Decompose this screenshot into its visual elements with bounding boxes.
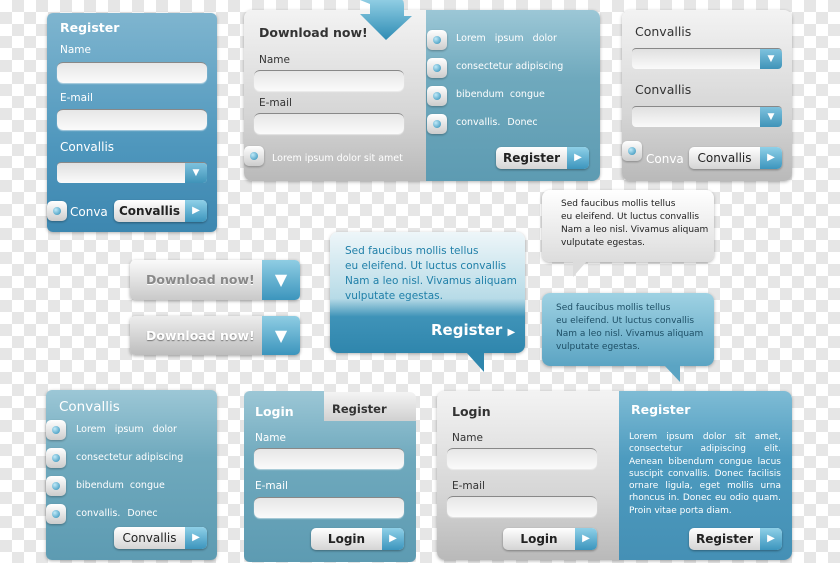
arrow-right-icon: ▶ — [575, 528, 597, 550]
list-bullet[interactable] — [46, 476, 66, 496]
list-bullet[interactable] — [427, 30, 447, 50]
bubble-text: Sed faucibus mollis tellus eu eleifend. U… — [345, 245, 517, 302]
chevron-down-icon: ▼ — [760, 107, 782, 127]
list-bullet[interactable] — [46, 504, 66, 524]
radio-label: Conva — [646, 152, 684, 166]
convallis-button[interactable]: Convallis ▶ — [114, 200, 207, 222]
email-input[interactable] — [254, 113, 404, 134]
email-label: E-mail — [452, 480, 485, 492]
email-label: E-mail — [60, 92, 93, 104]
select-panel: Convallis ▼ Convallis ▼ Conva Convallis ▶ — [622, 10, 792, 181]
login-button[interactable]: Login ▶ — [503, 528, 597, 550]
name-label: Name — [259, 54, 290, 66]
login-title: Login — [452, 404, 491, 419]
chevron-down-icon: ▼ — [760, 49, 782, 69]
list-bullet[interactable] — [46, 448, 66, 468]
convallis-select[interactable]: ▼ — [632, 48, 782, 69]
arrow-right-icon: ▶ — [185, 527, 207, 549]
register-panel: Register Name E-mail Convallis ▼ Conva C… — [47, 13, 217, 232]
download-title: Download now! — [259, 25, 368, 40]
bubble-tail — [664, 365, 680, 382]
speech-bubble-register: Sed faucibus mollis tellus eu eleifend. U… — [330, 232, 525, 353]
register-button[interactable]: Register ▶ — [496, 147, 589, 169]
download-arrow-icon — [360, 0, 412, 40]
arrow-right-icon: ▶ — [760, 528, 782, 550]
radio-button[interactable] — [622, 141, 642, 161]
radio-label: Conva — [70, 205, 108, 219]
list-bullet[interactable] — [427, 114, 447, 134]
select-label: Convallis — [60, 140, 115, 154]
bubble-text: Sed faucibus mollis tellus eu eleifend. U… — [561, 199, 709, 248]
download-panel: Download now! Name E-mail Lorem ipsum do… — [244, 10, 600, 181]
name-label: Name — [255, 432, 286, 444]
speech-bubble-blue: Sed faucibus mollis tellus eu eleifend. U… — [542, 293, 714, 366]
register-link[interactable]: Register ▶ — [431, 321, 515, 339]
list-item: consectetur adipiscing — [456, 61, 564, 72]
convallis-select[interactable]: ▼ — [57, 162, 207, 183]
arrow-right-icon: ▶ — [567, 147, 589, 169]
arrow-right-icon: ▶ — [382, 528, 404, 550]
register-title: Register — [631, 402, 691, 417]
name-label: Name — [60, 44, 91, 56]
chevron-down-icon: ▼ — [185, 163, 207, 183]
register-title: Register — [60, 20, 120, 35]
download-now-button[interactable]: Download now! ▼ — [130, 316, 300, 355]
list-bullet[interactable] — [427, 86, 447, 106]
name-input[interactable] — [254, 70, 404, 91]
list-item: bibendum congue — [456, 89, 545, 100]
email-input[interactable] — [447, 496, 597, 517]
register-button[interactable]: Register ▶ — [689, 528, 782, 550]
bubble-text: Sed faucibus mollis tellus eu eleifend. U… — [556, 303, 704, 352]
convallis-button[interactable]: Convallis ▶ — [689, 147, 782, 169]
tab-login[interactable]: Login — [255, 404, 294, 419]
list-item: consectetur adipiscing — [76, 452, 184, 463]
list-title: Convallis — [59, 399, 120, 415]
list-item: convallis. Donec — [456, 117, 538, 128]
register-description: Lorem ipsum dolor sit amet, consectetur … — [629, 432, 781, 516]
email-label: E-mail — [259, 97, 292, 109]
select-label: Convallis — [635, 24, 692, 39]
list-bullet[interactable] — [46, 420, 66, 440]
arrow-right-icon: ▶ — [507, 327, 516, 338]
convallis-select[interactable]: ▼ — [632, 106, 782, 127]
name-input[interactable] — [447, 448, 597, 469]
bubble-tail — [466, 352, 484, 372]
download-now-button[interactable]: Download now! ▼ — [130, 260, 300, 300]
radio-button[interactable] — [244, 146, 264, 166]
name-label: Name — [452, 432, 483, 444]
bubble-tail — [573, 261, 587, 277]
tab-register[interactable]: Register — [318, 392, 416, 422]
select-label: Convallis — [635, 82, 692, 97]
login-button[interactable]: Login ▶ — [311, 528, 404, 550]
radio-button[interactable] — [47, 201, 67, 221]
list-item: convallis. Donec — [76, 508, 158, 519]
list-item: bibendum congue — [76, 480, 165, 491]
name-input[interactable] — [57, 62, 207, 83]
arrow-right-icon: ▶ — [185, 200, 207, 222]
list-item: Lorem ipsum dolor — [456, 33, 557, 44]
email-input[interactable] — [57, 109, 207, 130]
arrow-right-icon: ▶ — [760, 147, 782, 169]
name-input[interactable] — [254, 448, 404, 469]
download-arrow-icon: ▼ — [262, 316, 300, 355]
email-input[interactable] — [254, 497, 404, 518]
radio-label: Lorem ipsum dolor sit amet — [272, 153, 403, 164]
list-bullet[interactable] — [427, 58, 447, 78]
email-label: E-mail — [255, 480, 288, 492]
list-item: Lorem ipsum dolor — [76, 424, 177, 435]
login-register-panel: Login Name E-mail Login ▶ Register Lorem … — [437, 391, 792, 560]
convallis-button[interactable]: Convallis ▶ — [114, 527, 207, 549]
download-arrow-icon: ▼ — [262, 260, 300, 300]
speech-bubble-gray: Sed faucibus mollis tellus eu eleifend. U… — [542, 190, 714, 262]
list-panel: Convallis Lorem ipsum dolor consectetur … — [46, 390, 217, 560]
